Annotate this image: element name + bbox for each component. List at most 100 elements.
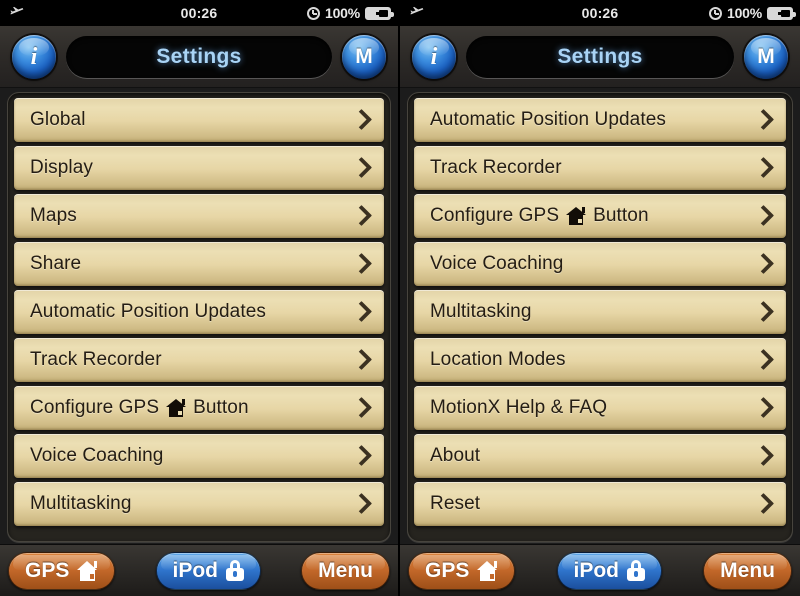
list-item[interactable]: Automatic Position Updates	[14, 290, 384, 334]
chevron-right-icon	[754, 491, 772, 517]
list-item-label: Global	[30, 109, 352, 131]
chevron-right-icon	[352, 491, 370, 517]
list-item[interactable]: MotionX Help & FAQ	[414, 386, 786, 430]
list-item[interactable]: Maps	[14, 194, 384, 238]
list-item-label: Automatic Position Updates	[430, 109, 754, 131]
list-item-label-text: Voice Coaching	[430, 253, 564, 274]
list-item[interactable]: Automatic Position Updates	[414, 98, 786, 142]
menu-toolbar-button[interactable]: Menu	[703, 551, 792, 590]
bottom-toolbar-left: GPS iPod Menu	[0, 544, 398, 596]
gps-button[interactable]: GPS	[408, 551, 516, 590]
chevron-right-icon	[754, 155, 772, 181]
list-item-label: MotionX Help & FAQ	[430, 397, 754, 419]
list-item-label-text: Reset	[430, 493, 481, 514]
list-item-label: Configure GPS Button	[430, 205, 754, 227]
gps-button[interactable]: GPS	[8, 551, 116, 590]
list-item-label-text-suffix: Button	[193, 397, 249, 418]
menu-toolbar-label: Menu	[720, 558, 775, 582]
house-icon	[566, 207, 587, 225]
list-item[interactable]: Voice Coaching	[414, 242, 786, 286]
list-item-label: Maps	[30, 205, 352, 227]
alarm-clock-icon	[306, 6, 320, 20]
menu-toolbar-label: Menu	[318, 558, 373, 582]
phone-screen-right: 00:26 100% i Settings M Automatic Positi…	[400, 0, 800, 596]
list-item[interactable]: Configure GPS Button	[14, 386, 384, 430]
list-item-label-text: Display	[30, 157, 93, 178]
ipod-button[interactable]: iPod	[155, 551, 262, 590]
list-item-label: Multitasking	[430, 301, 754, 323]
house-icon	[166, 399, 187, 417]
page-title: Settings	[156, 44, 242, 68]
menu-button-label: M	[757, 45, 775, 68]
list-item[interactable]: Track Recorder	[14, 338, 384, 382]
chevron-right-icon	[754, 203, 772, 229]
list-item[interactable]: Voice Coaching	[14, 434, 384, 478]
lock-icon	[627, 560, 646, 581]
title-pill: Settings	[466, 35, 734, 78]
list-item[interactable]: Display	[14, 146, 384, 190]
chevron-right-icon	[754, 299, 772, 325]
list-item-label: Track Recorder	[30, 349, 352, 371]
nav-bar: i Settings M	[0, 26, 398, 88]
gps-button-label: GPS	[425, 558, 470, 582]
list-item-label-text: Voice Coaching	[30, 445, 164, 466]
list-item-label: Voice Coaching	[30, 445, 352, 467]
list-item-label: Automatic Position Updates	[30, 301, 352, 323]
chevron-right-icon	[754, 251, 772, 277]
list-item-label-text: Configure GPS	[30, 397, 160, 418]
status-right-group: 100%	[306, 0, 394, 26]
house-icon	[77, 560, 98, 581]
house-icon	[477, 560, 498, 581]
info-button[interactable]: i	[12, 34, 56, 79]
info-button[interactable]: i	[412, 34, 456, 79]
chevron-right-icon	[352, 155, 370, 181]
menu-button[interactable]: M	[342, 34, 386, 79]
chevron-right-icon	[352, 347, 370, 373]
status-bar: 00:26 100%	[400, 0, 800, 26]
menu-button[interactable]: M	[744, 34, 788, 79]
list-item-label: Configure GPS Button	[30, 397, 352, 419]
info-button-label: i	[30, 43, 38, 70]
chevron-right-icon	[352, 107, 370, 133]
chevron-right-icon	[352, 443, 370, 469]
list-item-label-text: Automatic Position Updates	[30, 301, 266, 322]
alarm-clock-icon	[708, 6, 722, 20]
chevron-right-icon	[352, 203, 370, 229]
list-item[interactable]: About	[414, 434, 786, 478]
list-item[interactable]: Reset	[414, 482, 786, 526]
status-right-group: 100%	[708, 0, 796, 26]
menu-button-label: M	[355, 45, 373, 68]
list-item[interactable]: Configure GPS Button	[414, 194, 786, 238]
ipod-button[interactable]: iPod	[556, 551, 663, 590]
list-item-label: Track Recorder	[430, 157, 754, 179]
list-item-label-text: Track Recorder	[430, 157, 562, 178]
battery-percent: 100%	[324, 5, 360, 21]
settings-list-left[interactable]: Global Display Maps Share Automatic Position…	[7, 92, 391, 542]
list-item[interactable]: Global	[14, 98, 384, 142]
list-item-label-text: About	[430, 445, 481, 466]
list-item[interactable]: Multitasking	[414, 290, 786, 334]
list-item-label-text: Multitasking	[430, 301, 532, 322]
settings-list-right[interactable]: Automatic Position Updates Track Recorder…	[407, 92, 793, 542]
list-item-label-text: Location Modes	[430, 349, 566, 370]
list-item[interactable]: Location Modes	[414, 338, 786, 382]
list-item-label-text: Multitasking	[30, 493, 132, 514]
gps-button-label: GPS	[25, 558, 70, 582]
battery-percent: 100%	[726, 5, 762, 21]
list-item-label: About	[430, 445, 754, 467]
list-item-label: Share	[30, 253, 352, 275]
menu-toolbar-button[interactable]: Menu	[301, 551, 390, 590]
lock-icon	[226, 560, 245, 581]
dual-phone-screenshot: 00:26 100% i Settings M Global Display Map…	[0, 0, 800, 596]
chevron-right-icon	[754, 347, 772, 373]
title-pill: Settings	[66, 35, 332, 78]
nav-bar: i Settings M	[400, 26, 800, 88]
list-item-label-text: Maps	[30, 205, 77, 226]
list-item[interactable]: Share	[14, 242, 384, 286]
bottom-toolbar-right: GPS iPod Menu	[400, 544, 800, 596]
ipod-button-label: iPod	[573, 558, 620, 582]
chevron-right-icon	[352, 395, 370, 421]
list-item[interactable]: Multitasking	[14, 482, 384, 526]
list-item[interactable]: Track Recorder	[414, 146, 786, 190]
battery-charging-icon	[365, 6, 394, 20]
